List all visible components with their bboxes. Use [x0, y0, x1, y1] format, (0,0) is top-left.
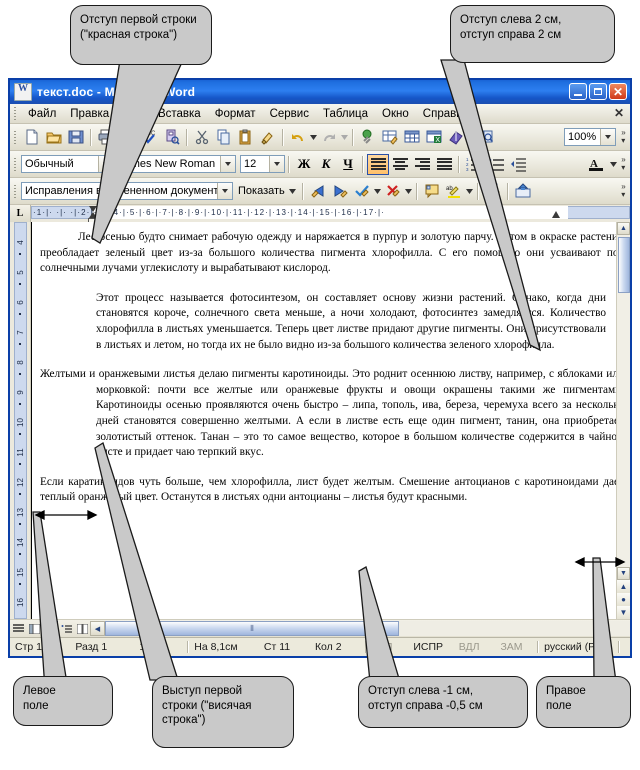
callout-right-margin: Правое поле [536, 676, 631, 728]
callout-hanging-indent-line3: строка") [162, 714, 206, 726]
callout-left-right-indent-line2: отступ справа 2 см [460, 28, 562, 41]
callout-left-margin-line2: поле [23, 699, 49, 712]
callout-negative-indent-line2: отступ справа -0,5 см [368, 699, 483, 712]
callout-hanging-indent: Выступ первой строки ("висячая строка") [152, 676, 294, 748]
callout-hanging-indent-line2: строки ("висячая [162, 699, 252, 712]
callout-first-line-indent: Отступ первой строки ("красная строка") [70, 5, 212, 65]
callout-negative-indent: Отступ слева -1 см, отступ справа -0,5 с… [358, 676, 528, 728]
callout-right-margin-line2: поле [546, 699, 572, 712]
callout-right-margin-line1: Правое [546, 685, 586, 697]
callout-left-right-indent-line1: Отступ слева 2 см, [460, 14, 562, 26]
callout-negative-indent-line1: Отступ слева -1 см, [368, 685, 474, 697]
callout-left-right-indent: Отступ слева 2 см, отступ справа 2 см [450, 5, 615, 63]
callout-left-margin: Левое поле [13, 676, 113, 726]
callout-hanging-indent-line1: Выступ первой [162, 685, 243, 697]
callout-first-line-indent-line1: Отступ первой строки [80, 14, 197, 26]
callout-leader-lines [0, 0, 640, 770]
callout-left-margin-line1: Левое [23, 685, 56, 697]
callout-first-line-indent-line2: ("красная строка") [80, 28, 178, 41]
